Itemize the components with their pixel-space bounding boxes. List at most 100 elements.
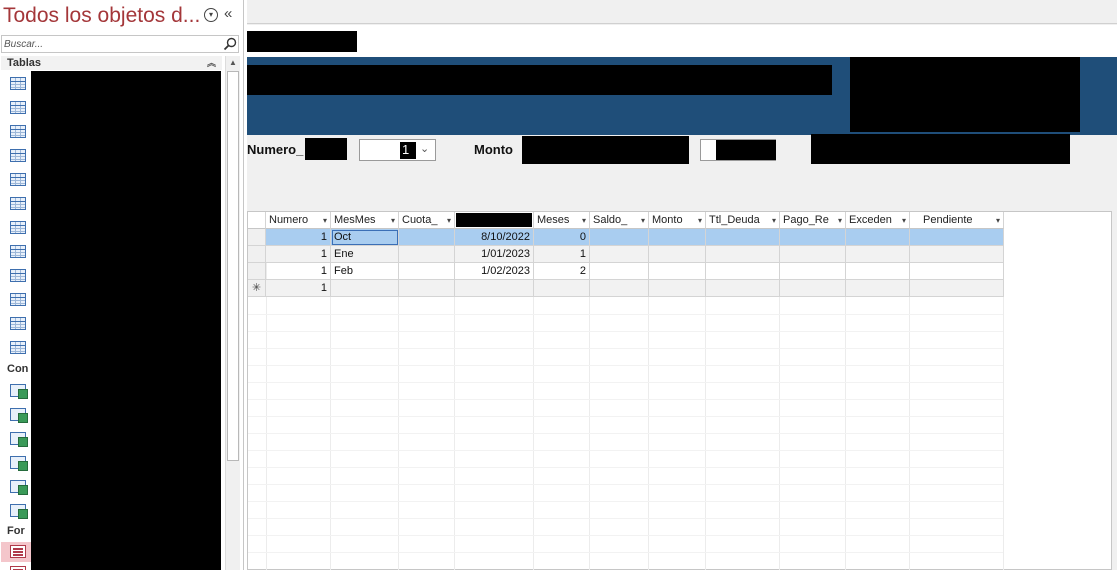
table-row[interactable]: 1 Ene 1/01/2023 1 <box>248 246 1004 263</box>
numero-combobox[interactable]: 1 ⌄ <box>359 139 436 161</box>
column-header-pendiente[interactable]: Pendiente ▾ <box>910 212 1004 229</box>
table-cell[interactable] <box>399 229 455 246</box>
table-icon[interactable] <box>10 293 26 306</box>
table-cell[interactable] <box>910 280 1004 297</box>
chevron-down-icon[interactable]: ▾ <box>902 212 906 228</box>
table-icon[interactable] <box>10 173 26 186</box>
double-chevron-left-icon[interactable]: « <box>224 5 232 22</box>
new-record-row[interactable]: ✳ 1 <box>248 280 1004 297</box>
new-record-asterisk-icon[interactable]: ✳ <box>248 280 266 297</box>
table-cell[interactable] <box>780 229 846 246</box>
table-cell[interactable] <box>780 263 846 280</box>
table-cell[interactable] <box>399 246 455 263</box>
table-cell[interactable]: 1 <box>266 246 331 263</box>
query-icon[interactable] <box>10 384 28 399</box>
chevron-down-icon[interactable]: ▾ <box>838 212 842 228</box>
column-header-meses[interactable]: Meses ▾ <box>534 212 590 229</box>
nav-search-input[interactable] <box>2 36 220 52</box>
scroll-up-icon[interactable]: ▲ <box>226 56 240 70</box>
table-cell[interactable] <box>649 280 706 297</box>
table-cell[interactable] <box>846 280 910 297</box>
chevron-down-icon[interactable]: ▾ <box>772 212 776 228</box>
table-cell[interactable] <box>399 280 455 297</box>
chevron-down-icon[interactable]: ▾ <box>996 212 1000 228</box>
table-cell[interactable] <box>846 229 910 246</box>
query-icon[interactable] <box>10 504 28 519</box>
table-cell[interactable] <box>706 280 780 297</box>
table-cell[interactable] <box>706 263 780 280</box>
column-header-monto[interactable]: Monto ▾ <box>649 212 706 229</box>
table-cell[interactable]: 2 <box>534 263 590 280</box>
form-icon[interactable] <box>10 545 26 558</box>
table-icon[interactable] <box>10 245 26 258</box>
select-all-corner[interactable] <box>248 212 266 229</box>
column-header-ttl-deuda[interactable]: Ttl_Deuda ▾ <box>706 212 780 229</box>
table-icon[interactable] <box>10 197 26 210</box>
column-header-pago-re[interactable]: Pago_Re ▾ <box>780 212 846 229</box>
group-label-formularios[interactable]: For <box>7 525 25 537</box>
nav-scrollbar[interactable]: ▲ <box>225 56 240 570</box>
query-icon[interactable] <box>10 432 28 447</box>
table-icon[interactable] <box>10 77 26 90</box>
redacted-form-tab[interactable] <box>247 31 357 52</box>
table-cell[interactable] <box>590 263 649 280</box>
table-cell[interactable]: 1/01/2023 <box>455 246 534 263</box>
chevron-down-icon[interactable]: ▾ <box>323 212 327 228</box>
table-cell[interactable] <box>455 280 534 297</box>
record-selector[interactable] <box>248 246 266 263</box>
double-chevron-up-icon[interactable]: ︽ <box>207 56 216 70</box>
chevron-down-icon[interactable]: ▾ <box>698 212 702 228</box>
column-header-cuota[interactable]: Cuota_ ▾ <box>399 212 455 229</box>
table-cell[interactable] <box>780 246 846 263</box>
table-icon[interactable] <box>10 341 26 354</box>
table-cell[interactable]: 1 <box>534 246 590 263</box>
monto-textbox[interactable] <box>700 139 776 161</box>
column-header-saldo[interactable]: Saldo_ ▾ <box>590 212 649 229</box>
table-cell[interactable]: 1/02/2023 <box>455 263 534 280</box>
table-cell[interactable] <box>846 246 910 263</box>
magnifier-icon[interactable] <box>222 36 239 52</box>
table-cell[interactable] <box>846 263 910 280</box>
chevron-down-icon[interactable]: ▾ <box>641 212 645 228</box>
table-cell[interactable] <box>910 263 1004 280</box>
table-cell[interactable]: 0 <box>534 229 590 246</box>
chevron-down-icon[interactable]: ▾ <box>582 212 586 228</box>
table-cell[interactable] <box>590 229 649 246</box>
query-icon[interactable] <box>10 480 28 495</box>
table-cell[interactable]: 1 <box>266 229 331 246</box>
form-icon[interactable] <box>10 566 26 570</box>
table-cell[interactable] <box>910 246 1004 263</box>
column-header-mesmes[interactable]: MesMes ▾ <box>331 212 399 229</box>
table-cell[interactable] <box>780 280 846 297</box>
table-cell[interactable] <box>649 229 706 246</box>
chevron-down-icon[interactable]: ▾ <box>447 212 451 228</box>
table-cell[interactable] <box>649 246 706 263</box>
table-icon[interactable] <box>10 101 26 114</box>
group-label-consultas[interactable]: Con <box>7 363 28 375</box>
nav-pane-title[interactable]: Todos los objetos d... <box>3 4 200 28</box>
record-selector[interactable] <box>248 229 266 246</box>
table-icon[interactable] <box>10 125 26 138</box>
table-cell[interactable] <box>706 229 780 246</box>
table-cell[interactable] <box>534 280 590 297</box>
table-row[interactable]: 1 Feb 1/02/2023 2 <box>248 263 1004 280</box>
chevron-down-icon[interactable]: ▾ <box>391 212 395 228</box>
group-header-tablas[interactable]: Tablas ︽ <box>1 56 222 70</box>
table-cell[interactable] <box>590 246 649 263</box>
chevron-down-icon[interactable]: ⌄ <box>420 142 429 155</box>
circle-chevron-down-icon[interactable]: ▾ <box>204 8 218 22</box>
scroll-thumb[interactable] <box>227 71 239 461</box>
payments-datasheet[interactable]: Numero ▾ MesMes ▾ Cuota_ ▾ Meses ▾ Saldo_ ▾ M… <box>247 211 1112 570</box>
query-icon[interactable] <box>10 456 28 471</box>
table-cell[interactable]: Feb <box>331 263 399 280</box>
record-selector[interactable] <box>248 263 266 280</box>
column-header-numero[interactable]: Numero ▾ <box>266 212 331 229</box>
table-icon[interactable] <box>10 317 26 330</box>
table-cell[interactable] <box>331 280 399 297</box>
table-cell[interactable]: 1 <box>266 263 331 280</box>
table-cell[interactable]: 8/10/2022 <box>455 229 534 246</box>
table-cell[interactable] <box>399 263 455 280</box>
table-icon[interactable] <box>10 221 26 234</box>
query-icon[interactable] <box>10 408 28 423</box>
table-cell[interactable] <box>590 280 649 297</box>
